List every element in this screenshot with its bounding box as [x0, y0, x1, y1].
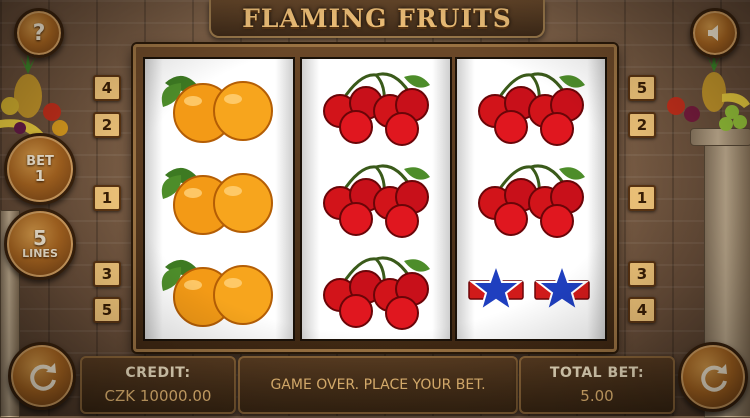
cherry-symbol	[323, 72, 430, 146]
lines-label: LINES	[22, 247, 58, 260]
line-marker-right[interactable]: 2	[628, 112, 656, 138]
cherry-symbol	[478, 164, 585, 238]
reel-frame	[133, 44, 617, 352]
line-marker-left[interactable]: 5	[93, 297, 121, 323]
lines-value: 5	[33, 226, 47, 250]
credit-panel: CREDIT: CZK 10000.00	[80, 356, 236, 414]
bet-button[interactable]: BET 1	[4, 133, 76, 205]
total-bet-value: 5.00	[580, 387, 614, 405]
cherry-symbol	[323, 256, 430, 330]
cherry-symbol	[323, 164, 430, 238]
bet-value: 1	[34, 167, 46, 185]
status-message: GAME OVER. PLACE YOUR BET.	[270, 377, 486, 393]
reel-1	[143, 57, 295, 341]
credit-label: CREDIT:	[125, 365, 191, 381]
fruit-basket-right	[667, 51, 750, 131]
title-plate: FLAMING FRUITS	[209, 0, 545, 38]
lines-button[interactable]: 5 LINES	[4, 208, 76, 280]
help-button[interactable]: ?	[14, 8, 64, 58]
reel-3	[455, 57, 607, 341]
line-marker-left[interactable]: 3	[93, 261, 121, 287]
orange-symbol	[161, 167, 273, 235]
line-marker-left[interactable]: 2	[93, 112, 121, 138]
autoplay-button[interactable]	[8, 342, 76, 410]
line-marker-right[interactable]: 1	[628, 185, 656, 211]
refresh-icon	[30, 363, 56, 391]
message-panel: GAME OVER. PLACE YOUR BET.	[238, 356, 518, 414]
sound-button[interactable]	[690, 8, 740, 58]
line-marker-right[interactable]: 3	[628, 261, 656, 287]
orange-symbol	[161, 259, 273, 327]
star-symbol	[468, 261, 590, 313]
fruit-basket-left	[0, 50, 68, 138]
line-marker-left[interactable]: 1	[93, 185, 121, 211]
total-bet-panel: TOTAL BET: 5.00	[519, 356, 675, 414]
line-marker-left[interactable]: 4	[93, 75, 121, 101]
orange-symbol	[161, 75, 273, 143]
reel-2	[300, 57, 452, 341]
line-marker-right[interactable]: 5	[628, 75, 656, 101]
spin-button[interactable]	[678, 342, 748, 412]
total-bet-label: TOTAL BET:	[549, 365, 645, 381]
speaker-icon	[708, 25, 718, 41]
credit-value: CZK 10000.00	[104, 387, 212, 405]
help-icon: ?	[32, 20, 46, 46]
spin-icon	[701, 364, 727, 392]
cherry-symbol	[478, 72, 585, 146]
line-marker-right[interactable]: 4	[628, 297, 656, 323]
game-title: FLAMING FRUITS	[242, 3, 512, 33]
